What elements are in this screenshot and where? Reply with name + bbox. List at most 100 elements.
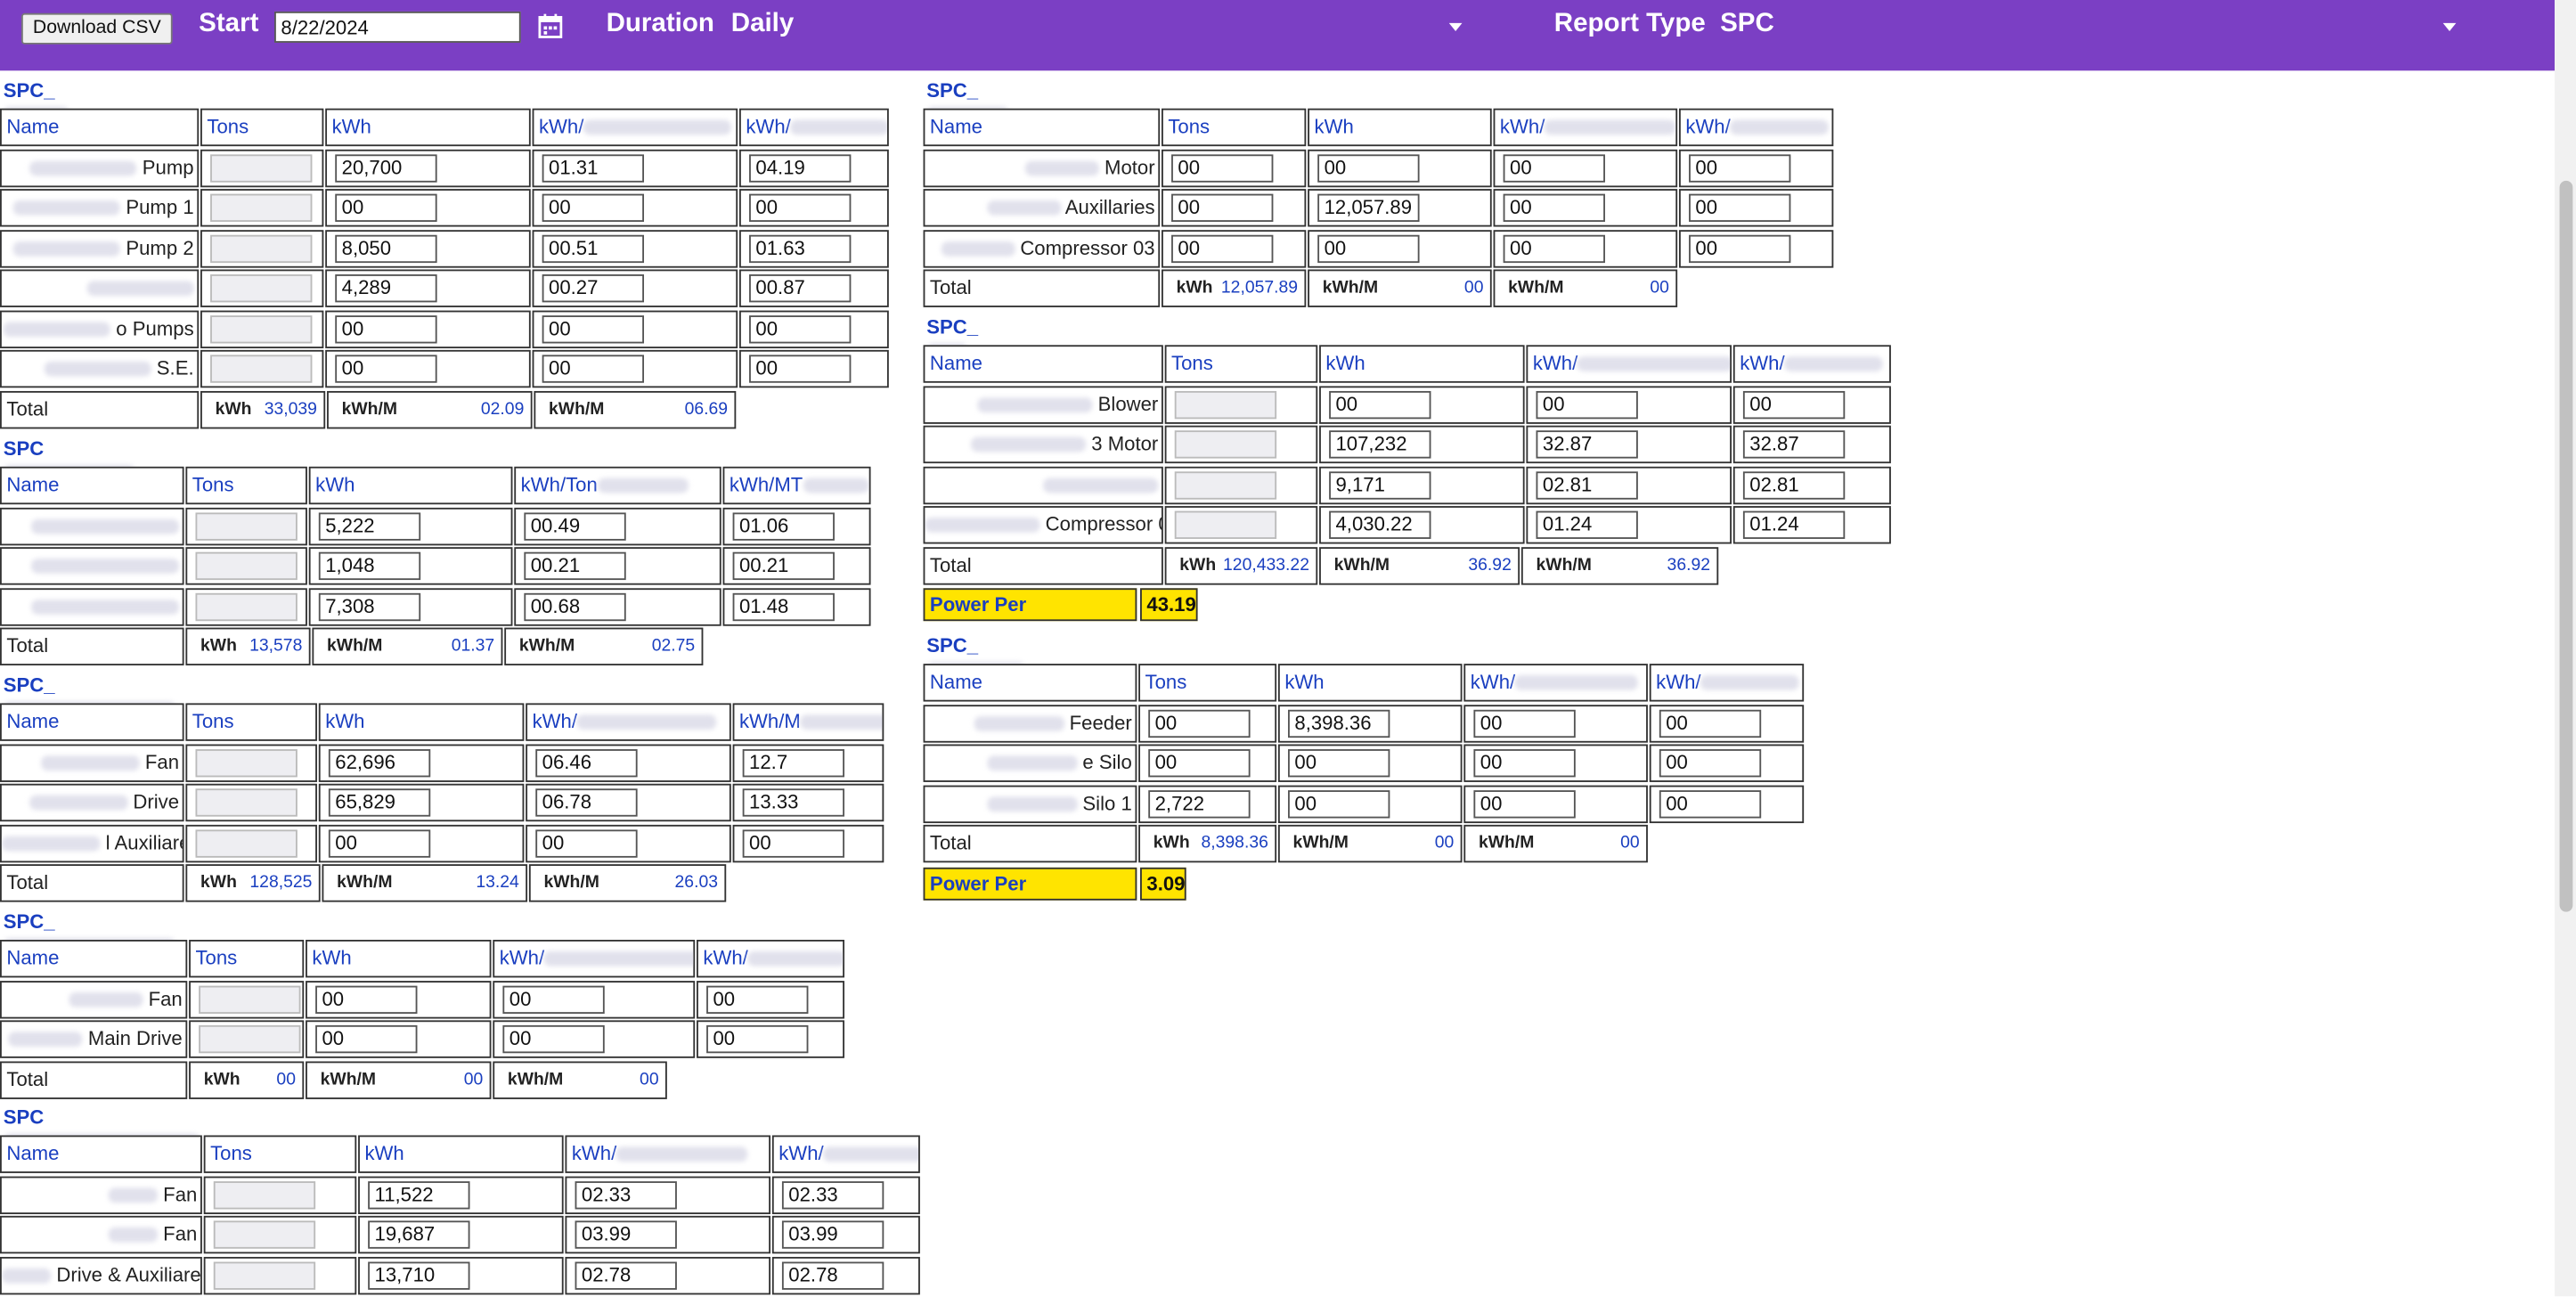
ratio-input[interactable]: 00 <box>1473 749 1576 778</box>
kwh-input[interactable]: 00 <box>1288 789 1390 818</box>
ratio-input[interactable]: 00 <box>1689 233 1791 263</box>
kwh-input[interactable]: 00 <box>1288 749 1390 778</box>
kwh-input[interactable]: 9,171 <box>1329 470 1431 499</box>
tons-input[interactable]: 00 <box>1171 193 1274 222</box>
ratio-input[interactable]: 00 <box>535 828 638 857</box>
tons-input[interactable] <box>195 828 298 857</box>
tons-input[interactable] <box>199 984 301 1014</box>
ratio-input[interactable]: 00 <box>706 984 809 1014</box>
ratio-input[interactable]: 00 <box>1659 749 1762 778</box>
ratio-input[interactable]: 00 <box>1536 390 1638 419</box>
ratio-input[interactable]: 00 <box>502 1024 605 1054</box>
ratio-input[interactable]: 06.78 <box>535 788 638 817</box>
kwh-input[interactable]: 13,710 <box>368 1260 470 1289</box>
ratio-input[interactable]: 00 <box>749 314 852 343</box>
tons-input[interactable]: 00 <box>1148 749 1251 778</box>
kwh-input[interactable]: 1,048 <box>318 551 421 581</box>
kwh-input[interactable]: 11,522 <box>368 1180 470 1209</box>
ratio-input[interactable]: 02.78 <box>575 1260 677 1289</box>
ratio-input[interactable]: 00 <box>1659 708 1762 738</box>
chevron-down-icon[interactable] <box>2442 22 2457 32</box>
kwh-input[interactable]: 00 <box>335 193 437 222</box>
ratio-input[interactable]: 02.33 <box>781 1180 884 1209</box>
ratio-input[interactable]: 00.51 <box>542 233 645 263</box>
ratio-input[interactable]: 01.24 <box>1536 510 1638 539</box>
tons-input[interactable] <box>210 355 313 383</box>
ratio-input[interactable]: 00 <box>1659 789 1762 818</box>
tons-input[interactable] <box>195 788 298 817</box>
tons-input[interactable] <box>199 1024 301 1054</box>
kwh-input[interactable]: 00 <box>1329 390 1431 419</box>
ratio-input[interactable]: 00 <box>542 355 645 383</box>
ratio-input[interactable]: 00.21 <box>524 551 626 581</box>
ratio-input[interactable]: 01.63 <box>749 233 852 263</box>
ratio-input[interactable]: 02.33 <box>575 1180 677 1209</box>
tons-input[interactable] <box>1174 510 1277 539</box>
tons-input[interactable] <box>1174 390 1277 419</box>
kwh-input[interactable]: 19,687 <box>368 1220 470 1249</box>
kwh-input[interactable]: 8,398.36 <box>1288 708 1390 738</box>
tons-input[interactable] <box>1174 430 1277 459</box>
duration-select[interactable]: Daily <box>731 10 795 39</box>
ratio-input[interactable]: 00 <box>1503 193 1605 222</box>
tons-input[interactable] <box>210 314 313 343</box>
ratio-input[interactable]: 04.19 <box>749 153 852 182</box>
ratio-input[interactable]: 00 <box>749 355 852 383</box>
tons-input[interactable] <box>213 1260 316 1289</box>
ratio-input[interactable]: 02.78 <box>781 1260 884 1289</box>
tons-input[interactable] <box>195 511 298 540</box>
start-date-input[interactable]: 8/22/2024 <box>274 11 521 43</box>
tons-input[interactable]: 00 <box>1171 153 1274 182</box>
tons-input[interactable] <box>210 153 313 182</box>
ratio-input[interactable]: 32.87 <box>1536 430 1638 459</box>
kwh-input[interactable]: 00 <box>335 355 437 383</box>
ratio-input[interactable]: 00 <box>1473 708 1576 738</box>
kwh-input[interactable]: 00 <box>315 984 418 1014</box>
kwh-input[interactable]: 12,057.89 <box>1317 193 1420 222</box>
tons-input[interactable] <box>213 1180 316 1209</box>
ratio-input[interactable]: 00 <box>1689 193 1791 222</box>
tons-input[interactable] <box>1174 470 1277 499</box>
kwh-input[interactable]: 7,308 <box>318 591 421 621</box>
kwh-input[interactable]: 65,829 <box>328 788 431 817</box>
kwh-input[interactable]: 00 <box>1317 233 1420 263</box>
ratio-input[interactable]: 00.87 <box>749 274 852 303</box>
tons-input[interactable] <box>213 1220 316 1249</box>
tons-input[interactable] <box>195 748 298 777</box>
ratio-input[interactable]: 00 <box>749 193 852 222</box>
scrollbar-thumb[interactable] <box>2559 180 2573 912</box>
tons-input[interactable] <box>195 551 298 581</box>
ratio-input[interactable]: 00 <box>1742 390 1846 419</box>
ratio-input[interactable]: 00.21 <box>732 551 835 581</box>
ratio-input[interactable]: 00.49 <box>524 511 626 540</box>
chevron-down-icon[interactable] <box>1448 22 1463 32</box>
ratio-input[interactable]: 00 <box>1503 153 1605 182</box>
kwh-input[interactable]: 8,050 <box>335 233 437 263</box>
ratio-input[interactable]: 02.81 <box>1742 470 1846 499</box>
kwh-input[interactable]: 00 <box>328 828 431 857</box>
kwh-input[interactable]: 4,030.22 <box>1329 510 1431 539</box>
ratio-input[interactable]: 32.87 <box>1742 430 1846 459</box>
ratio-input[interactable]: 01.48 <box>732 591 835 621</box>
kwh-input[interactable]: 00 <box>335 314 437 343</box>
ratio-input[interactable]: 00.68 <box>524 591 626 621</box>
calendar-icon[interactable] <box>537 13 564 40</box>
kwh-input[interactable]: 4,289 <box>335 274 437 303</box>
kwh-input[interactable]: 107,232 <box>1329 430 1431 459</box>
ratio-input[interactable]: 03.99 <box>781 1220 884 1249</box>
ratio-input[interactable]: 03.99 <box>575 1220 677 1249</box>
ratio-input[interactable]: 01.24 <box>1742 510 1846 539</box>
download-csv-button[interactable]: Download CSV <box>20 12 173 45</box>
tons-input[interactable]: 00 <box>1171 233 1274 263</box>
ratio-input[interactable]: 13.33 <box>742 788 845 817</box>
kwh-input[interactable]: 00 <box>315 1024 418 1054</box>
ratio-input[interactable]: 00 <box>1503 233 1605 263</box>
tons-input[interactable] <box>195 591 298 621</box>
tons-input[interactable] <box>210 233 313 263</box>
ratio-input[interactable]: 00 <box>1689 153 1791 182</box>
ratio-input[interactable]: 00.27 <box>542 274 645 303</box>
ratio-input[interactable]: 00 <box>742 828 845 857</box>
kwh-input[interactable]: 62,696 <box>328 748 431 777</box>
kwh-input[interactable]: 20,700 <box>335 153 437 182</box>
ratio-input[interactable]: 02.81 <box>1536 470 1638 499</box>
